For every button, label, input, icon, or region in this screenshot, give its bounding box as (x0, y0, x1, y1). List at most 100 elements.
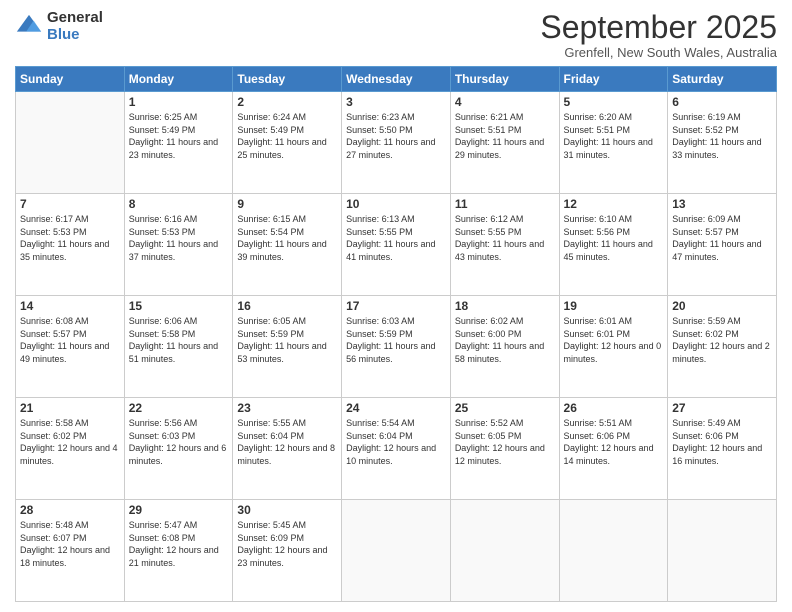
month-title: September 2025 (540, 10, 777, 45)
day-info: Sunrise: 6:10 AM Sunset: 5:56 PM Dayligh… (564, 213, 664, 263)
calendar-cell: 13Sunrise: 6:09 AM Sunset: 5:57 PM Dayli… (668, 194, 777, 296)
calendar-cell: 27 Sunrise: 5:49 AM Sunset: 6:06 PM Dayli… (668, 398, 777, 500)
col-sunday: Sunday (16, 67, 125, 92)
calendar-week-5: 28 Sunrise: 5:48 AM Sunset: 6:07 PM Dayli… (16, 500, 777, 602)
calendar-cell: 3 Sunrise: 6:23 AM Sunset: 5:50 PM Daylig… (342, 92, 451, 194)
day-info: Sunrise: 5:58 AM Sunset: 6:02 PM Dayligh… (20, 417, 120, 467)
calendar-cell: 18 Sunrise: 6:02 AM Sunset: 6:00 PM Dayli… (450, 296, 559, 398)
calendar-cell: 5 Sunrise: 6:20 AM Sunset: 5:51 PM Daylig… (559, 92, 668, 194)
col-monday: Monday (124, 67, 233, 92)
day-info: Sunrise: 5:47 AM Sunset: 6:08 PM Dayligh… (129, 519, 229, 569)
calendar-cell: 21 Sunrise: 5:58 AM Sunset: 6:02 PM Dayli… (16, 398, 125, 500)
day-info: Sunrise: 5:48 AM Sunset: 6:07 PM Dayligh… (20, 519, 120, 569)
day-info: Sunrise: 6:06 AM Sunset: 5:58 PM Dayligh… (129, 315, 229, 365)
day-info: Sunrise: 5:52 AM Sunset: 6:05 PM Dayligh… (455, 417, 555, 467)
calendar-cell (450, 500, 559, 602)
calendar-cell: 4 Sunrise: 6:21 AM Sunset: 5:51 PM Daylig… (450, 92, 559, 194)
calendar-cell: 14Sunrise: 6:08 AM Sunset: 5:57 PM Dayli… (16, 296, 125, 398)
calendar-cell: 12Sunrise: 6:10 AM Sunset: 5:56 PM Dayli… (559, 194, 668, 296)
calendar-cell: 16 Sunrise: 6:05 AM Sunset: 5:59 PM Dayli… (233, 296, 342, 398)
calendar-cell: 9Sunrise: 6:15 AM Sunset: 5:54 PM Daylig… (233, 194, 342, 296)
day-number: 4 (455, 95, 555, 109)
calendar-week-3: 14Sunrise: 6:08 AM Sunset: 5:57 PM Dayli… (16, 296, 777, 398)
day-info: Sunrise: 6:24 AM Sunset: 5:49 PM Dayligh… (237, 111, 337, 161)
day-number: 10 (346, 197, 446, 211)
calendar-table: Sunday Monday Tuesday Wednesday Thursday… (15, 66, 777, 602)
day-number: 29 (129, 503, 229, 517)
day-info: Sunrise: 5:56 AM Sunset: 6:03 PM Dayligh… (129, 417, 229, 467)
day-number: 9 (237, 197, 337, 211)
day-number: 15 (129, 299, 229, 313)
calendar-cell: 20 Sunrise: 5:59 AM Sunset: 6:02 PM Dayli… (668, 296, 777, 398)
day-number: 17 (346, 299, 446, 313)
col-thursday: Thursday (450, 67, 559, 92)
logo-text: General Blue (47, 10, 103, 43)
day-number: 30 (237, 503, 337, 517)
header: General Blue September 2025 Grenfell, Ne… (15, 10, 777, 60)
location: Grenfell, New South Wales, Australia (540, 45, 777, 60)
calendar-cell: 22 Sunrise: 5:56 AM Sunset: 6:03 PM Dayli… (124, 398, 233, 500)
day-number: 6 (672, 95, 772, 109)
day-number: 24 (346, 401, 446, 415)
day-number: 8 (129, 197, 229, 211)
day-number: 28 (20, 503, 120, 517)
day-info: Sunrise: 5:45 AM Sunset: 6:09 PM Dayligh… (237, 519, 337, 569)
calendar-header-row: Sunday Monday Tuesday Wednesday Thursday… (16, 67, 777, 92)
day-number: 18 (455, 299, 555, 313)
calendar-cell: 30 Sunrise: 5:45 AM Sunset: 6:09 PM Dayli… (233, 500, 342, 602)
calendar-cell (16, 92, 125, 194)
day-info: Sunrise: 6:25 AM Sunset: 5:49 PM Dayligh… (129, 111, 229, 161)
day-info: Sunrise: 6:05 AM Sunset: 5:59 PM Dayligh… (237, 315, 337, 365)
page: General Blue September 2025 Grenfell, Ne… (0, 0, 792, 612)
calendar-cell: 10 Sunrise: 6:13 AM Sunset: 5:55 PM Dayli… (342, 194, 451, 296)
day-info: Sunrise: 5:49 AM Sunset: 6:06 PM Dayligh… (672, 417, 772, 467)
day-number: 21 (20, 401, 120, 415)
day-info: Sunrise: 5:55 AM Sunset: 6:04 PM Dayligh… (237, 417, 337, 467)
col-saturday: Saturday (668, 67, 777, 92)
day-number: 1 (129, 95, 229, 109)
day-number: 19 (564, 299, 664, 313)
day-number: 5 (564, 95, 664, 109)
day-info: Sunrise: 6:20 AM Sunset: 5:51 PM Dayligh… (564, 111, 664, 161)
logo-icon (15, 13, 43, 41)
day-info: Sunrise: 5:51 AM Sunset: 6:06 PM Dayligh… (564, 417, 664, 467)
calendar-cell: 29 Sunrise: 5:47 AM Sunset: 6:08 PM Dayli… (124, 500, 233, 602)
day-info: Sunrise: 6:03 AM Sunset: 5:59 PM Dayligh… (346, 315, 446, 365)
calendar-cell: 11 Sunrise: 6:12 AM Sunset: 5:55 PM Dayli… (450, 194, 559, 296)
calendar-cell: 6Sunrise: 6:19 AM Sunset: 5:52 PM Daylig… (668, 92, 777, 194)
day-info: Sunrise: 6:12 AM Sunset: 5:55 PM Dayligh… (455, 213, 555, 263)
title-block: September 2025 Grenfell, New South Wales… (540, 10, 777, 60)
col-friday: Friday (559, 67, 668, 92)
logo: General Blue (15, 10, 103, 43)
calendar-cell: 17 Sunrise: 6:03 AM Sunset: 5:59 PM Dayli… (342, 296, 451, 398)
day-number: 14 (20, 299, 120, 313)
calendar-cell: 1 Sunrise: 6:25 AM Sunset: 5:49 PM Daylig… (124, 92, 233, 194)
day-info: Sunrise: 6:21 AM Sunset: 5:51 PM Dayligh… (455, 111, 555, 161)
day-info: Sunrise: 6:23 AM Sunset: 5:50 PM Dayligh… (346, 111, 446, 161)
calendar-cell: 15 Sunrise: 6:06 AM Sunset: 5:58 PM Dayli… (124, 296, 233, 398)
day-number: 11 (455, 197, 555, 211)
calendar-cell: 23 Sunrise: 5:55 AM Sunset: 6:04 PM Dayli… (233, 398, 342, 500)
logo-blue-text: Blue (47, 27, 103, 44)
calendar-cell: 26Sunrise: 5:51 AM Sunset: 6:06 PM Dayli… (559, 398, 668, 500)
calendar-cell: 8Sunrise: 6:16 AM Sunset: 5:53 PM Daylig… (124, 194, 233, 296)
day-info: Sunrise: 5:59 AM Sunset: 6:02 PM Dayligh… (672, 315, 772, 365)
calendar-cell (668, 500, 777, 602)
day-number: 2 (237, 95, 337, 109)
day-number: 25 (455, 401, 555, 415)
day-number: 7 (20, 197, 120, 211)
day-number: 16 (237, 299, 337, 313)
calendar-cell: 25 Sunrise: 5:52 AM Sunset: 6:05 PM Dayli… (450, 398, 559, 500)
day-info: Sunrise: 6:13 AM Sunset: 5:55 PM Dayligh… (346, 213, 446, 263)
day-number: 23 (237, 401, 337, 415)
col-wednesday: Wednesday (342, 67, 451, 92)
col-tuesday: Tuesday (233, 67, 342, 92)
day-info: Sunrise: 6:01 AM Sunset: 6:01 PM Dayligh… (564, 315, 664, 365)
calendar-week-2: 7Sunrise: 6:17 AM Sunset: 5:53 PM Daylig… (16, 194, 777, 296)
day-number: 27 (672, 401, 772, 415)
calendar-cell: 28 Sunrise: 5:48 AM Sunset: 6:07 PM Dayli… (16, 500, 125, 602)
day-info: Sunrise: 6:02 AM Sunset: 6:00 PM Dayligh… (455, 315, 555, 365)
day-number: 3 (346, 95, 446, 109)
day-number: 20 (672, 299, 772, 313)
day-number: 22 (129, 401, 229, 415)
